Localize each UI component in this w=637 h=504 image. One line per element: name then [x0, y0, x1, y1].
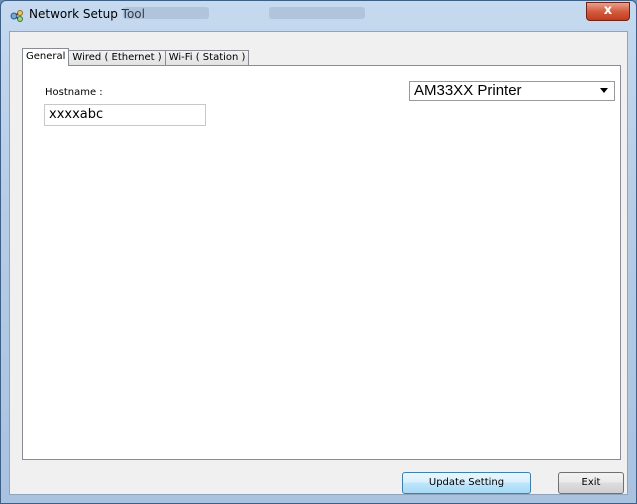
- client-area: General Wired ( Ethernet ) Wi-Fi ( Stati…: [9, 31, 628, 495]
- title-bar[interactable]: Network Setup Tool x: [1, 1, 636, 31]
- close-icon: x: [603, 3, 613, 18]
- tab-wifi-station[interactable]: Wi-Fi ( Station ): [164, 50, 250, 66]
- tab-general[interactable]: General: [22, 48, 70, 66]
- network-setup-icon: [9, 8, 25, 24]
- exit-button[interactable]: Exit: [558, 472, 624, 494]
- background-window-ghost: [269, 7, 365, 19]
- printer-model-value: AM33XX Printer: [414, 82, 522, 99]
- printer-model-select[interactable]: AM33XX Printer: [409, 81, 615, 101]
- update-setting-button[interactable]: Update Setting: [402, 472, 531, 494]
- background-window-ghost: [123, 7, 209, 19]
- hostname-input[interactable]: xxxxabc: [44, 104, 206, 126]
- chevron-down-icon: [600, 88, 608, 93]
- hostname-label: Hostname :: [45, 87, 103, 98]
- app-window: Network Setup Tool x General Wired ( Eth…: [0, 0, 637, 504]
- close-button[interactable]: x: [586, 2, 630, 21]
- general-tab-panel: Hostname : xxxxabc AM33XX Printer: [22, 65, 621, 460]
- tab-strip: General Wired ( Ethernet ) Wi-Fi ( Stati…: [22, 48, 250, 66]
- tab-wired-ethernet[interactable]: Wired ( Ethernet ): [68, 50, 166, 66]
